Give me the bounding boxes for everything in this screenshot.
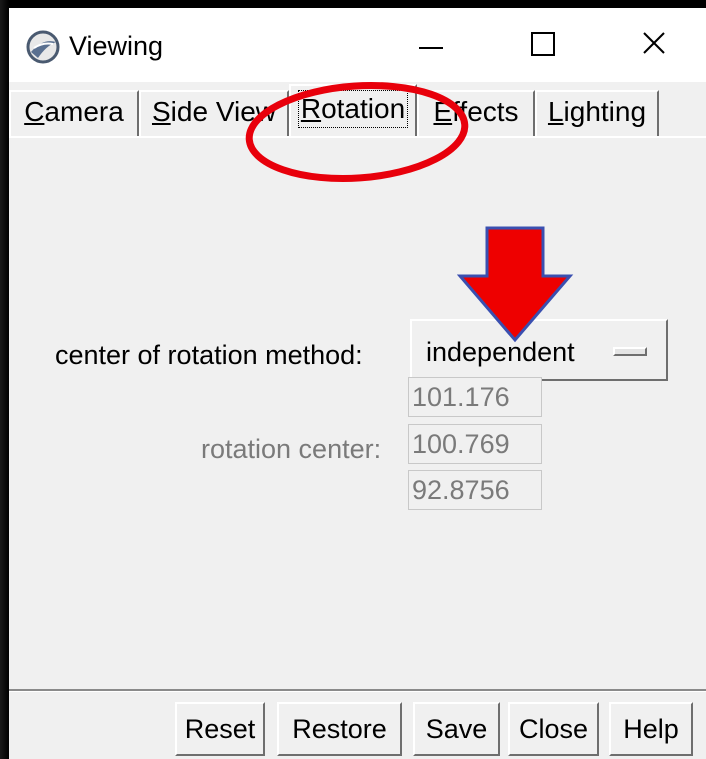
close-window-button[interactable] (631, 22, 691, 68)
center-method-label: center of rotation method: (55, 340, 363, 370)
rotation-center-label: rotation center: (201, 434, 382, 464)
save-button[interactable]: Save (413, 702, 500, 756)
close-button[interactable]: Close (508, 702, 599, 756)
viewing-dialog: Viewing Camera Side View Rotation Effect… (9, 8, 706, 759)
rotation-center-y-field[interactable]: 100.769 (408, 424, 542, 464)
app-logo-icon (26, 30, 60, 64)
tab-label: Camera (24, 96, 124, 127)
red-arrow-annotation (457, 226, 574, 343)
help-button[interactable]: Help (609, 702, 693, 756)
highlight-ellipse-annotation (245, 81, 469, 183)
close-icon (643, 32, 665, 54)
rotation-center-z-field[interactable]: 92.8756 (408, 470, 542, 510)
window-title: Viewing (69, 31, 164, 61)
reset-button[interactable]: Reset (175, 702, 265, 756)
title-bar: Viewing (9, 8, 706, 82)
maximize-button[interactable] (516, 22, 576, 68)
rotation-center-x-field[interactable]: 101.176 (408, 377, 542, 417)
restore-button[interactable]: Restore (277, 702, 402, 756)
button-bar-separator (9, 689, 706, 692)
tab-label: Lighting (547, 96, 647, 127)
tab-lighting[interactable]: Lighting (535, 90, 659, 136)
tab-camera[interactable]: Camera (9, 90, 139, 136)
option-menu-indicator-icon (613, 347, 647, 356)
minimize-icon (419, 47, 443, 49)
minimize-button[interactable] (402, 22, 462, 68)
background-desktop-strip (0, 0, 9, 759)
maximize-icon (531, 32, 555, 56)
